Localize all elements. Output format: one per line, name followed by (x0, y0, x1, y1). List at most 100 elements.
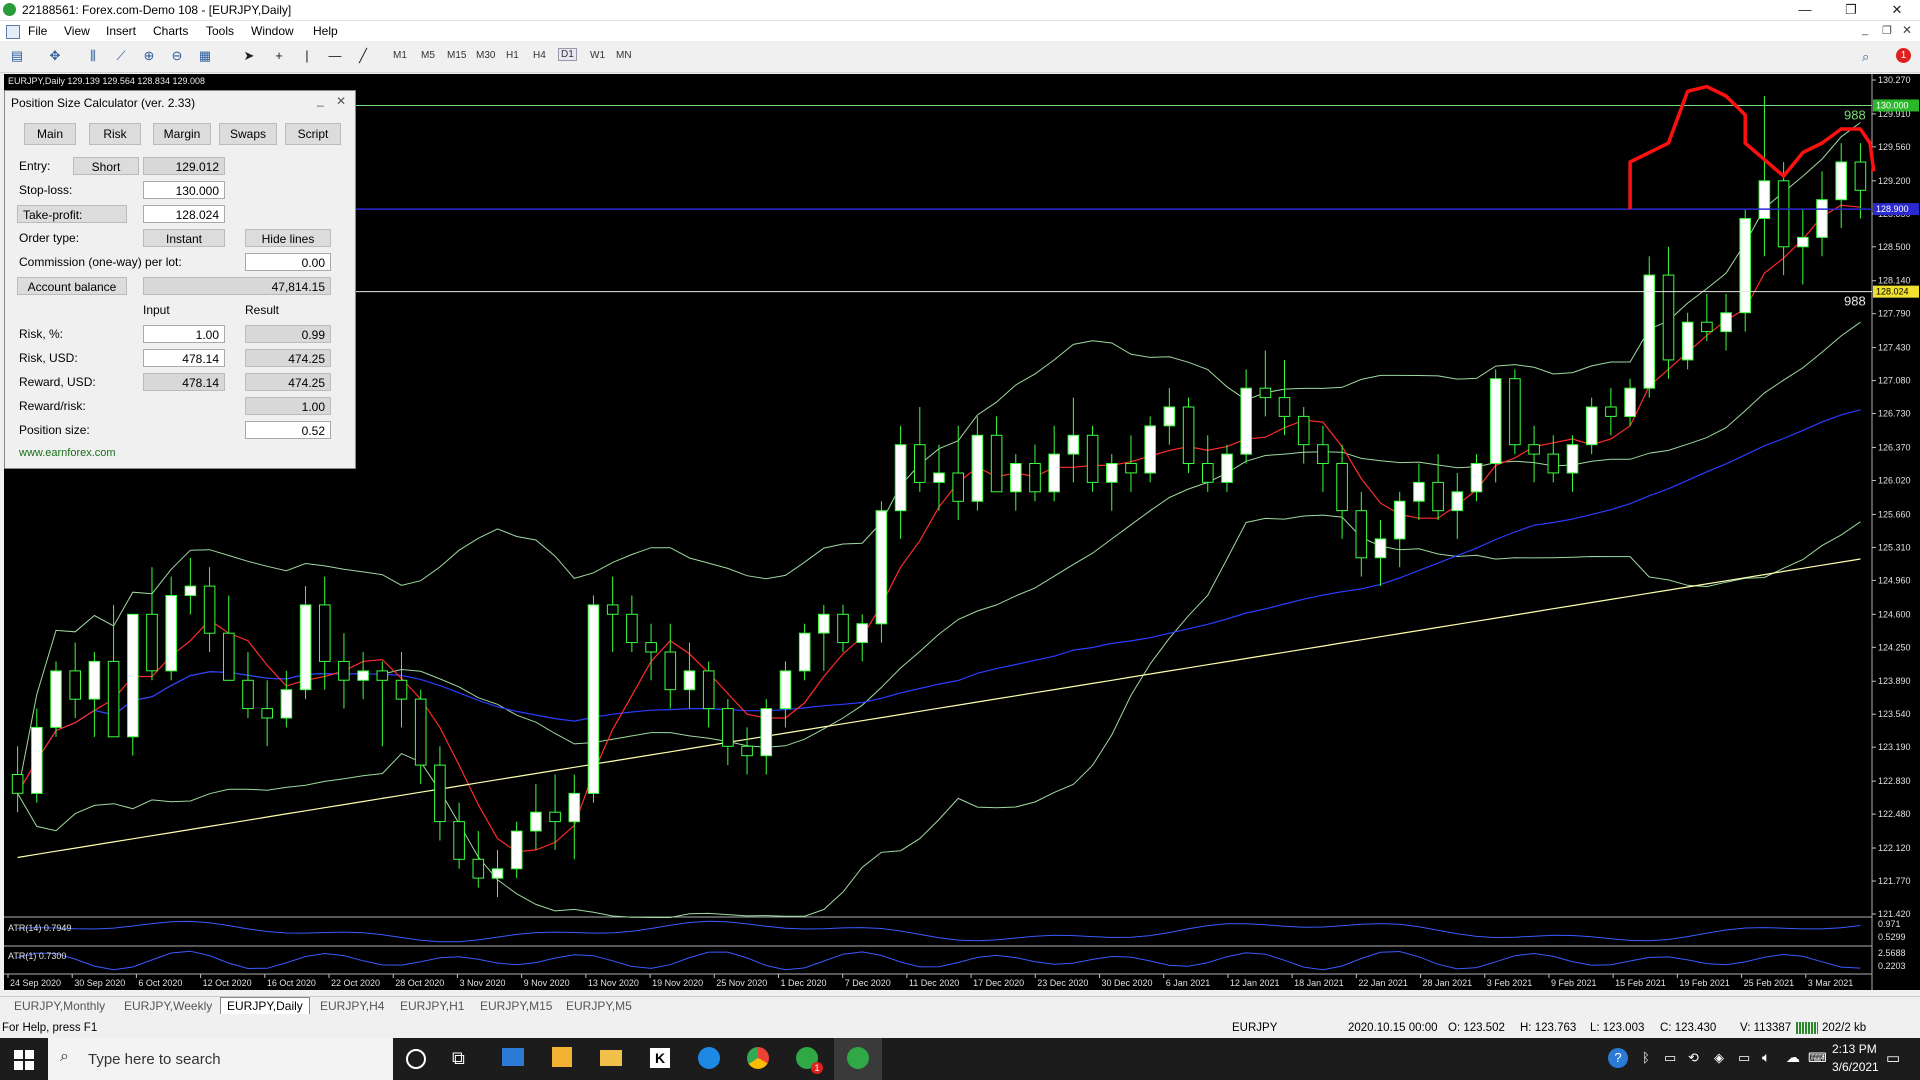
cursor-icon[interactable]: ➤ (240, 48, 258, 64)
mdi-minimize-icon[interactable]: _ (1862, 24, 1868, 36)
menu-file[interactable]: File (28, 24, 47, 38)
tab-eurjpy-m5[interactable]: EURJPY,M5 (566, 999, 632, 1013)
hide-lines-button[interactable]: Hide lines (245, 229, 331, 247)
file-explorer-icon[interactable] (600, 1050, 622, 1066)
order-type-button[interactable]: Instant (143, 229, 225, 247)
timeframe-m1[interactable]: M1 (393, 50, 407, 61)
cortana-icon[interactable] (406, 1049, 426, 1069)
timeframe-w1[interactable]: W1 (590, 50, 605, 61)
tab-eurjpy-monthly[interactable]: EURJPY,Monthly (14, 999, 105, 1013)
notification-badge[interactable]: 1 (1896, 48, 1911, 63)
risk-usd-input[interactable]: 478.14 (143, 349, 225, 367)
date-tick-label: 19 Nov 2020 (652, 978, 703, 988)
risk-pct-input[interactable]: 1.00 (143, 325, 225, 343)
candle-body (1701, 321, 1713, 333)
onedrive-icon[interactable]: ☁ (1786, 1049, 1800, 1066)
display-icon[interactable]: ▭ (1738, 1050, 1750, 1066)
timeframe-m30[interactable]: M30 (476, 50, 495, 61)
crosshair-icon[interactable]: + (270, 48, 288, 64)
tile-windows-icon[interactable]: ▦ (196, 48, 214, 64)
stop-loss-field[interactable]: 130.000 (143, 181, 225, 199)
price-tick-label: 128.140 (1878, 276, 1911, 286)
take-profit-button[interactable]: Take-profit: (17, 205, 127, 223)
minimize-panel-icon[interactable]: _ (317, 93, 324, 107)
chrome-icon[interactable] (747, 1047, 769, 1069)
tab-eurjpy-daily[interactable]: EURJPY,Daily (220, 997, 310, 1014)
date-tick-label: 12 Jan 2021 (1230, 978, 1280, 988)
price-tick-label: 122.120 (1878, 843, 1911, 853)
timeframe-m15[interactable]: M15 (447, 50, 466, 61)
action-center-icon[interactable]: ▭ (1886, 1049, 1900, 1067)
new-chart-icon[interactable]: ▤ (8, 48, 26, 64)
dropbox-icon[interactable]: ◈ (1714, 1050, 1724, 1066)
candle-body (875, 510, 888, 625)
zoom-in-icon[interactable]: ⊕ (140, 48, 158, 64)
commission-field[interactable]: 0.00 (245, 253, 331, 271)
candle-body (165, 595, 177, 672)
account-balance-field[interactable]: 47,814.15 (143, 277, 331, 295)
timeframe-mn[interactable]: MN (616, 50, 632, 61)
line-chart-icon[interactable]: ⟋ (112, 48, 130, 64)
entry-field[interactable]: 129.012 (143, 157, 225, 175)
tab-eurjpy-h4[interactable]: EURJPY,H4 (320, 999, 384, 1013)
computer-app-icon[interactable] (502, 1048, 524, 1066)
tab-main[interactable]: Main (24, 123, 76, 145)
app-k-icon[interactable]: K (650, 1048, 670, 1068)
candle-body (491, 868, 504, 879)
mdi-close-icon[interactable]: ✕ (1902, 23, 1912, 37)
date-tick-label: 6 Jan 2021 (1166, 978, 1211, 988)
search-icon[interactable]: ⌕ (1862, 49, 1869, 65)
candle-body (69, 670, 82, 700)
tab-eurjpy-m15[interactable]: EURJPY,M15 (480, 999, 552, 1013)
timeframe-h1[interactable]: H1 (506, 50, 519, 61)
sync-icon[interactable]: ⟲ (1688, 1050, 1699, 1066)
bluetooth-icon[interactable]: ᛒ (1642, 1050, 1650, 1065)
take-profit-field[interactable]: 128.024 (143, 205, 225, 223)
help-icon[interactable]: ? (1608, 1048, 1628, 1068)
volume-icon[interactable]: 🔈︎ (1762, 1049, 1770, 1066)
restore-button[interactable]: ❐ (1828, 0, 1874, 20)
timeframe-h4[interactable]: H4 (533, 50, 546, 61)
trendline-icon[interactable]: ╱ (354, 48, 372, 64)
menu-charts[interactable]: Charts (153, 24, 188, 38)
vertical-line-icon[interactable]: | (298, 48, 316, 64)
tab-swaps[interactable]: Swaps (219, 123, 277, 145)
crosshair-move-icon[interactable]: ✥ (46, 48, 64, 64)
timeframe-m5[interactable]: M5 (421, 50, 435, 61)
mdi-restore-icon[interactable]: ❐ (1882, 24, 1892, 37)
tab-script[interactable]: Script (285, 123, 341, 145)
media-app-icon[interactable] (552, 1047, 572, 1067)
date-tick-label: 6 Oct 2020 (138, 978, 182, 988)
network-icon[interactable]: ▭ (1664, 1050, 1676, 1066)
keyboard-icon[interactable]: ⌨ (1808, 1050, 1827, 1066)
menu-window[interactable]: Window (251, 24, 294, 38)
clock-date[interactable]: 3/6/2021 (1832, 1060, 1879, 1074)
account-balance-button[interactable]: Account balance (17, 277, 127, 295)
menu-help[interactable]: Help (313, 24, 338, 38)
close-panel-icon[interactable]: ✕ (336, 94, 346, 108)
menu-tools[interactable]: Tools (206, 24, 234, 38)
candle-body (645, 642, 657, 653)
close-button[interactable]: ✕ (1874, 0, 1920, 20)
tab-margin[interactable]: Margin (153, 123, 211, 145)
bar-chart-icon[interactable]: ⫼ (84, 48, 102, 64)
taskbar-search[interactable]: ⌕ Type here to search (48, 1038, 393, 1080)
menu-insert[interactable]: Insert (106, 24, 136, 38)
timeframe-d1[interactable]: D1 (558, 48, 577, 61)
task-view-icon[interactable]: ⧉ (452, 1048, 465, 1069)
candle-body (549, 811, 561, 823)
clock-time[interactable]: 2:13 PM (1832, 1042, 1877, 1056)
earnforex-link[interactable]: www.earnforex.com (19, 447, 116, 459)
edge-icon[interactable] (698, 1047, 720, 1069)
active-app-slot[interactable] (834, 1038, 882, 1080)
tab-eurjpy-weekly[interactable]: EURJPY,Weekly (124, 999, 212, 1013)
minimize-button[interactable]: — (1782, 0, 1828, 20)
windows-start-icon[interactable] (14, 1050, 34, 1070)
menu-view[interactable]: View (64, 24, 90, 38)
tab-risk[interactable]: Risk (89, 123, 141, 145)
position-size-result[interactable]: 0.52 (245, 421, 331, 439)
zoom-out-icon[interactable]: ⊖ (168, 48, 186, 64)
tab-eurjpy-h1[interactable]: EURJPY,H1 (400, 999, 464, 1013)
horizontal-line-icon[interactable]: — (326, 48, 344, 64)
direction-button[interactable]: Short (73, 157, 139, 175)
